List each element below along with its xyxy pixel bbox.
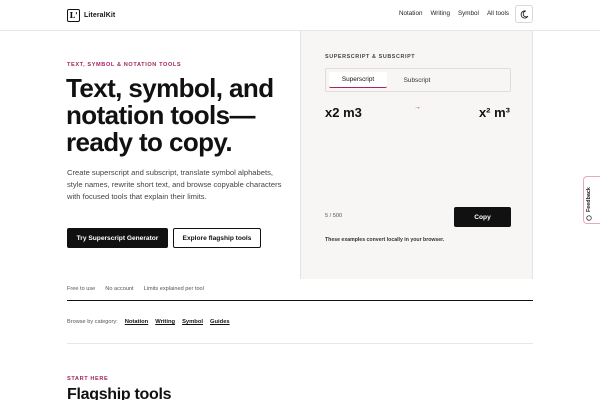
flagship-eyebrow: START HERE [67, 376, 109, 382]
moon-icon [520, 10, 528, 18]
category-guides[interactable]: Guides [210, 319, 230, 325]
nav-notation[interactable]: Notation [399, 10, 422, 17]
character-counter: 5 / 500 [325, 213, 343, 219]
main-nav: Notation Writing Symbol All tools [399, 10, 517, 17]
hero-eyebrow: TEXT, SYMBOL & NOTATION TOOLS [67, 62, 182, 68]
demo-tabs: Superscript Subscript [325, 68, 511, 92]
chat-bubble-icon [586, 215, 592, 221]
copy-button[interactable]: Copy [454, 207, 511, 227]
try-superscript-button[interactable]: Try Superscript Generator [67, 228, 168, 248]
tab-superscript[interactable]: Superscript [329, 72, 387, 88]
tab-subscript[interactable]: Subscript [388, 72, 446, 88]
hero-description: Create superscript and subscript, transl… [67, 168, 282, 202]
trust-no-account: No account [105, 286, 134, 292]
trust-free: Free to use [67, 286, 96, 292]
demo-input-text[interactable]: x2 m3 [325, 105, 362, 120]
category-symbol[interactable]: Symbol [182, 319, 203, 325]
divider [67, 300, 533, 301]
arrow-right-icon: → [414, 104, 421, 111]
title-line-3: ready to copy. [66, 127, 233, 157]
trust-row: Free to use No account Limits explained … [67, 286, 204, 292]
category-notation[interactable]: Notation [125, 319, 149, 325]
category-browser: Browse by category: Notation Writing Sym… [67, 319, 230, 325]
site-header: L' LiteralKit Notation Writing Symbol Al… [0, 0, 600, 31]
demo-output-text: x² m³ [478, 105, 510, 120]
demo-note: These examples convert locally in your b… [325, 237, 445, 243]
logo[interactable]: L' LiteralKit [67, 8, 115, 22]
explore-tools-button[interactable]: Explore flagship tools [173, 228, 261, 248]
demo-panel: SUPERSCRIPT & SUBSCRIPT Superscript Subs… [300, 31, 533, 279]
logo-mark: L' [67, 8, 80, 22]
nav-symbol[interactable]: Symbol [458, 10, 479, 17]
title-line-2: notation tools— [66, 100, 255, 130]
title-line-1: Text, symbol, and [66, 73, 274, 103]
theme-toggle-button[interactable] [515, 5, 533, 23]
page-title: Text, symbol, and notation tools— ready … [66, 75, 296, 156]
category-writing[interactable]: Writing [155, 319, 175, 325]
feedback-label: Feedback [586, 187, 592, 212]
flagship-title: Flagship tools [67, 386, 172, 400]
divider-light [67, 343, 533, 344]
trust-limits: Limits explained per tool [143, 286, 204, 292]
demo-label: SUPERSCRIPT & SUBSCRIPT [325, 54, 416, 60]
category-label: Browse by category: [67, 319, 118, 325]
logo-text: LiteralKit [84, 11, 116, 19]
nav-writing[interactable]: Writing [430, 10, 449, 17]
nav-all-tools[interactable]: All tools [487, 10, 509, 17]
feedback-tab[interactable]: Feedback [583, 176, 600, 224]
